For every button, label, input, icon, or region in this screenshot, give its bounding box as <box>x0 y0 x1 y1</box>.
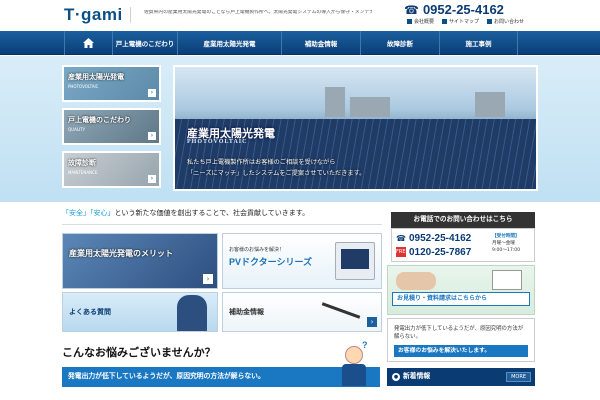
building-shape <box>325 87 345 117</box>
hand-image <box>396 272 436 290</box>
building-shape <box>475 92 505 117</box>
banner-faq[interactable]: よくある質問 <box>62 292 218 332</box>
thumb-maintenance[interactable]: 故障診断 MAINTENANCE › <box>62 151 161 188</box>
issue-text: 発電出力が低下しているようだが、原因究明の方法が解らない。 <box>394 326 524 340</box>
chevron-right-icon: › <box>148 89 156 97</box>
header-tagline: 佐賀県内の産業用太陽光発電のことなら戸上電機製作所へ。太陽光発電システムの導入か… <box>144 10 372 15</box>
catch-copy: 「安全」「安心」という新たな価値を創出することで、社会貢献していきます。 <box>62 208 309 218</box>
hours-days: 月曜～金曜 <box>492 241 515 246</box>
contact-phone-number: 0952-25-4162 <box>408 233 472 244</box>
person-body <box>342 364 366 386</box>
issue-button[interactable]: お客様のお悩みを解決いたします。 <box>394 345 528 357</box>
pen-image <box>321 302 361 319</box>
contact-hours: 【受付時間】 月曜～金曜 9:00～17:00 <box>492 233 520 254</box>
thumb-subtitle: MAINTENANCE <box>68 170 98 175</box>
global-nav: 戸上電機のこだわり 産業用太陽光発電 補助金情報 故障診断 施工事例 <box>0 31 600 55</box>
nav-item-quality[interactable]: 戸上電機のこだわり <box>112 31 177 55</box>
home-icon <box>83 38 94 48</box>
divider <box>62 224 382 225</box>
estimate-banner[interactable]: お見積り・資料請求はこちらから <box>387 265 535 315</box>
banner-subsidy-label: 補助金情報 <box>229 309 264 316</box>
news-icon: ● <box>392 373 400 381</box>
document-image <box>492 270 522 290</box>
nav-item-subsidy[interactable]: 補助金情報 <box>281 31 360 55</box>
businessman-image <box>177 295 207 331</box>
nav-item-diagnosis[interactable]: 故障診断 <box>360 31 439 55</box>
site-logo[interactable]: T·gami <box>64 5 123 25</box>
chevron-right-icon: › <box>148 175 156 183</box>
news-label: 新着情報 <box>403 373 431 380</box>
catch-text: という新たな価値を創出することで、社会貢献していきます。 <box>114 209 310 217</box>
hours-title: 【受付時間】 <box>492 234 520 239</box>
banner-merit-label: 産業用太陽光発電のメリット <box>69 249 173 258</box>
phone-icon: ☎ <box>396 234 406 243</box>
chevron-right-icon: › <box>148 132 156 140</box>
company-icon <box>407 19 412 24</box>
main-visual-line1: 私たち戸上電機製作所はお客様のご相談を受けながら <box>187 159 336 166</box>
header-links: 会社概要 サイトマップ お問い合わせ <box>407 18 524 25</box>
banner-pv-doctor[interactable]: お客様のお悩みを解決！ PVドクターシリーズ <box>222 233 382 289</box>
main-visual: 産業用太陽光発電 PHOTOVOLTAIC 私たち戸上電機製作所はお客様のご相談… <box>173 65 538 191</box>
banner-merit[interactable]: 産業用太陽光発電のメリット › <box>62 233 218 289</box>
worried-person-illustration: ? <box>340 340 368 398</box>
banner-pv-small: お客様のお悩みを解決！ <box>229 247 285 253</box>
header-link-sitemap[interactable]: サイトマップ <box>442 18 479 25</box>
worry-title: こんなお悩みございませんか？ <box>62 347 216 359</box>
banner-subsidy[interactable]: 補助金情報 › <box>222 292 382 332</box>
news-more-button[interactable]: MORE <box>506 372 531 382</box>
header-link-label: お問い合わせ <box>494 19 525 25</box>
contact-box: ☎ 0952-25-4162 FREE 0120-25-7867 【受付時間】 … <box>391 228 535 262</box>
header-phone-number: 0952-25-4162 <box>422 2 504 17</box>
issue-banner[interactable]: 発電出力が低下しているようだが、原因究明の方法が解らない。 お客様のお悩みを解決… <box>387 318 535 362</box>
hero-thumbnails: 産業用太陽光発電 PHOTOVOLTAIC › 戸上電機のこだわり QUALIT… <box>62 65 165 191</box>
thumb-title: 産業用太陽光発電 <box>68 74 124 81</box>
news-header: ● 新着情報 MORE <box>387 368 535 386</box>
main-visual-line2: 「ニーズにマッチ」したシステムをご提案させていただきます。 <box>187 170 366 177</box>
thumb-title: 戸上電機のこだわり <box>68 117 131 124</box>
header-phone: ☎ 0952-25-4162 <box>404 2 504 17</box>
header-link-contact[interactable]: お問い合わせ <box>487 18 524 25</box>
contact-freedial-row[interactable]: 0120-25-7867 <box>409 247 471 258</box>
hours-time: 9:00～17:00 <box>492 248 521 253</box>
nav-item-cases[interactable]: 施工事例 <box>439 31 518 55</box>
nav-home[interactable] <box>64 31 112 55</box>
header-link-label: サイトマップ <box>449 19 480 25</box>
page: T·gami 佐賀県内の産業用太陽光発電のことなら戸上電機製作所へ。太陽光発電シ… <box>0 0 600 400</box>
main-visual-subtitle: PHOTOVOLTAIC <box>187 139 248 145</box>
person-head <box>345 346 363 364</box>
banner-faq-label: よくある質問 <box>69 309 111 316</box>
thumb-subtitle: QUALITY <box>68 127 86 132</box>
contact-phone-row[interactable]: ☎ 0952-25-4162 <box>396 233 471 244</box>
phone-icon: ☎ <box>404 2 419 17</box>
header-link-label: 会社概要 <box>414 19 435 25</box>
pv-device-image <box>335 242 375 280</box>
main-visual-text: 私たち戸上電機製作所はお客様のご相談を受けながら 「ニーズにマッチ」したシステム… <box>187 157 536 179</box>
thumb-title: 故障診断 <box>68 160 96 167</box>
banner-pv-title: PVドクターシリーズ <box>229 257 313 267</box>
thumb-quality[interactable]: 戸上電機のこだわり QUALITY › <box>62 108 161 145</box>
estimate-button[interactable]: お見積り・資料請求はこちらから <box>392 292 530 306</box>
contact-heading: お電話でのお問い合わせはこちら <box>391 212 535 228</box>
chevron-right-icon: › <box>367 317 377 327</box>
nav-item-solar[interactable]: 産業用太陽光発電 <box>177 31 281 55</box>
sitemap-icon <box>442 19 448 24</box>
catch-highlight: 「安全」「安心」 <box>62 209 115 217</box>
question-mark-icon: ? <box>362 340 368 350</box>
thumb-solar[interactable]: 産業用太陽光発電 PHOTOVOLTAIC › <box>62 65 161 102</box>
nav-inner: 戸上電機のこだわり 産業用太陽光発電 補助金情報 故障診断 施工事例 <box>64 31 518 55</box>
thumb-subtitle: PHOTOVOLTAIC <box>68 84 99 89</box>
header: T·gami 佐賀県内の産業用太陽光発電のことなら戸上電機製作所へ。太陽光発電シ… <box>0 0 600 31</box>
free-dial-icon: FREE <box>396 247 409 257</box>
contact-freedial-number: 0120-25-7867 <box>409 247 472 258</box>
building-shape <box>350 97 390 117</box>
logo-divider <box>130 7 131 23</box>
mail-icon <box>487 19 493 24</box>
header-link-company[interactable]: 会社概要 <box>407 18 434 25</box>
chevron-right-icon: › <box>203 274 213 284</box>
worry-item[interactable]: 発電出力が低下しているようだが、原因究明の方法が解らない。 <box>62 367 380 387</box>
